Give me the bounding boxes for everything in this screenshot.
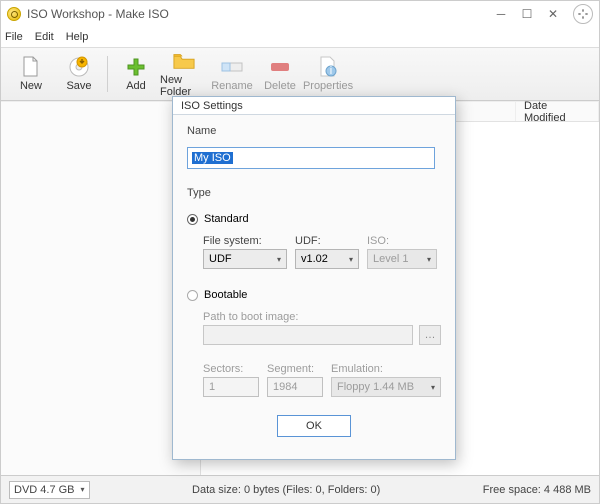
- app-icon: [7, 7, 21, 21]
- udf-select[interactable]: v1.02▾: [295, 249, 359, 269]
- new-button[interactable]: New: [7, 56, 55, 92]
- add-button[interactable]: Add: [112, 56, 160, 92]
- chevron-down-icon: ▾: [427, 255, 431, 264]
- rename-button[interactable]: Rename: [208, 56, 256, 92]
- properties-button[interactable]: i Properties: [304, 56, 352, 92]
- udf-label: UDF:: [295, 235, 359, 247]
- name-input[interactable]: My ISO: [187, 147, 435, 169]
- newfolder-button[interactable]: New Folder: [160, 50, 208, 98]
- iso-label: ISO:: [367, 235, 437, 247]
- rename-label: Rename: [211, 80, 253, 92]
- delete-icon: [269, 56, 291, 78]
- new-label: New: [20, 80, 42, 92]
- chevron-down-icon: ▾: [431, 383, 435, 392]
- radio-standard[interactable]: Standard: [187, 213, 441, 225]
- menu-help[interactable]: Help: [66, 31, 89, 43]
- status-datasize: Data size: 0 bytes (Files: 0, Folders: 0…: [192, 484, 380, 496]
- sectors-input: 1: [203, 377, 259, 397]
- emulation-select: Floppy 1.44 MB▾: [331, 377, 441, 397]
- svg-text:i: i: [330, 65, 332, 77]
- name-value: My ISO: [192, 152, 233, 164]
- name-label: Name: [187, 125, 441, 137]
- sectors-label: Sectors:: [203, 363, 259, 375]
- media-select[interactable]: DVD 4.7 GB ▾: [9, 481, 90, 499]
- titlebar: ISO Workshop - Make ISO ─ ☐ ✕: [1, 1, 599, 27]
- add-label: Add: [126, 80, 146, 92]
- separator: [107, 56, 108, 92]
- save-icon: [68, 56, 90, 78]
- toolbar: New Save Add New Folder Rename Delete i …: [1, 47, 599, 101]
- path-input: [203, 325, 413, 345]
- statusbar: DVD 4.7 GB ▾ Data size: 0 bytes (Files: …: [1, 475, 599, 503]
- properties-label: Properties: [303, 80, 353, 92]
- segment-label: Segment:: [267, 363, 323, 375]
- chevron-down-icon: ▾: [277, 255, 281, 264]
- close-button[interactable]: ✕: [547, 8, 559, 20]
- radio-bootable[interactable]: Bootable: [187, 289, 441, 301]
- menu-file[interactable]: File: [5, 31, 23, 43]
- radio-icon: [187, 290, 198, 301]
- iso-settings-dialog: ISO Settings Name My ISO Type Standard F…: [172, 96, 456, 460]
- type-label: Type: [187, 187, 441, 199]
- ok-button[interactable]: OK: [277, 415, 351, 437]
- radio-icon: [187, 214, 198, 225]
- path-label: Path to boot image:: [203, 311, 441, 323]
- delete-button[interactable]: Delete: [256, 56, 304, 92]
- media-value: DVD 4.7 GB: [14, 484, 75, 496]
- col-modified[interactable]: Date Modified: [516, 102, 599, 121]
- expand-icon[interactable]: [573, 4, 593, 24]
- maximize-button[interactable]: ☐: [521, 8, 533, 20]
- status-freespace: Free space: 4 488 MB: [483, 484, 591, 496]
- emulation-label: Emulation:: [331, 363, 441, 375]
- save-button[interactable]: Save: [55, 56, 103, 92]
- folder-icon: [173, 50, 195, 72]
- window-title: ISO Workshop - Make ISO: [27, 7, 489, 21]
- menu-edit[interactable]: Edit: [35, 31, 54, 43]
- menubar: File Edit Help: [1, 27, 599, 47]
- browse-button: …: [419, 325, 441, 345]
- properties-icon: i: [317, 56, 339, 78]
- document-icon: [20, 56, 42, 78]
- dialog-title: ISO Settings: [173, 97, 455, 115]
- filesystem-label: File system:: [203, 235, 287, 247]
- standard-label: Standard: [204, 213, 249, 225]
- chevron-down-icon: ▾: [81, 485, 85, 494]
- iso-select: Level 1▾: [367, 249, 437, 269]
- tree-panel[interactable]: [1, 102, 201, 475]
- plus-icon: [125, 56, 147, 78]
- rename-icon: [221, 56, 243, 78]
- save-label: Save: [66, 80, 91, 92]
- delete-label: Delete: [264, 80, 296, 92]
- filesystem-select[interactable]: UDF▾: [203, 249, 287, 269]
- minimize-button[interactable]: ─: [495, 8, 507, 20]
- chevron-down-icon: ▾: [349, 255, 353, 264]
- newfolder-label: New Folder: [160, 74, 208, 98]
- segment-input: 1984: [267, 377, 323, 397]
- bootable-label: Bootable: [204, 289, 247, 301]
